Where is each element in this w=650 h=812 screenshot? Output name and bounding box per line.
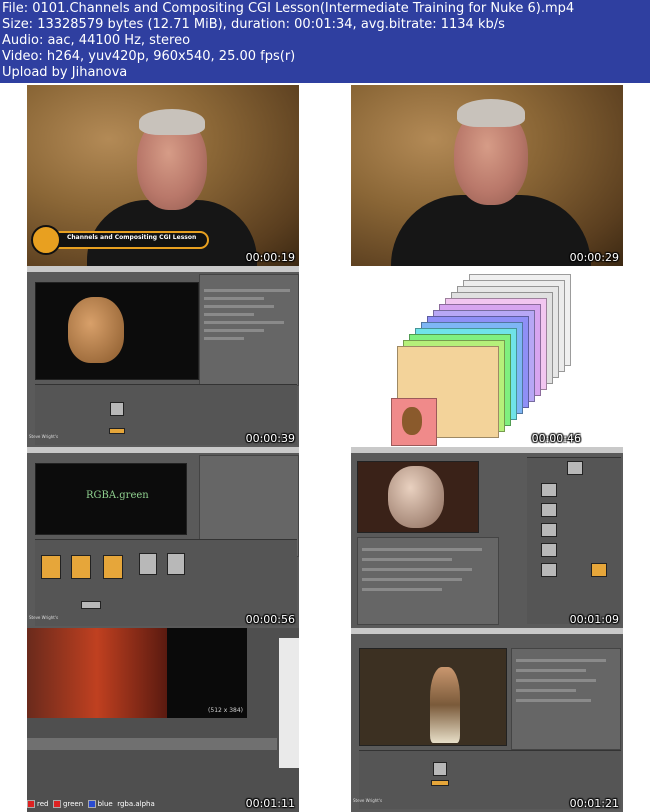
timestamp: 00:00:19 [245, 251, 295, 264]
alpha-label: rgba.alpha [117, 800, 155, 808]
timestamp: 00:00:46 [531, 432, 581, 445]
menu-bar [27, 266, 299, 272]
menu-bar [351, 628, 623, 634]
merge-node[interactable] [591, 563, 607, 577]
read-node[interactable] [541, 543, 557, 557]
file-info-header: File: 0101.Channels and Compositing CGI … [0, 0, 650, 83]
timestamp: 00:00:29 [569, 251, 619, 264]
read-node[interactable] [541, 563, 557, 577]
menu-bar [27, 447, 299, 453]
toolbar [27, 738, 277, 750]
viewer-image [27, 628, 167, 718]
viewer-panel [359, 648, 507, 746]
upload-credit: Upload by Jihanova [2, 65, 128, 80]
thumbnail-3[interactable]: Steve Wright's 00:00:39 [27, 266, 299, 447]
channel-row: red green blue rgba.alpha [27, 800, 155, 808]
video-info: Video: h264, yuv420p, 960x540, 25.00 fps… [2, 49, 296, 64]
viewer-text: RGBA.green [86, 490, 149, 501]
rgb-layer [391, 398, 437, 446]
timestamp: 00:00:39 [245, 432, 295, 445]
red-channel-label: red [37, 800, 49, 808]
format-label: (512 x 384) [208, 707, 243, 714]
thumbnail-6[interactable]: 00:01:09 [351, 447, 623, 628]
viewer-panel: RGBA.green [35, 463, 187, 535]
node-5[interactable] [167, 553, 185, 575]
viewer-black: (512 x 384) [167, 628, 247, 718]
thumbnail-1[interactable]: Channels and Compositing CGI Lesson 00:0… [27, 85, 299, 266]
thumbnail-4[interactable]: 00:00:46 [389, 266, 585, 447]
metal-head [388, 466, 444, 528]
brand-label: Steve Wright's [29, 434, 59, 439]
file-name: File: 0101.Channels and Compositing CGI … [2, 1, 575, 16]
viewer-node[interactable] [109, 428, 125, 434]
actor-figure [430, 667, 460, 743]
lesson-title: Channels and Compositing CGI Lesson [67, 234, 197, 241]
properties-panel [511, 648, 621, 750]
read-node[interactable] [567, 461, 583, 475]
thumbnail-2[interactable]: 00:00:29 [351, 85, 623, 266]
node-3[interactable] [103, 555, 123, 579]
read-node[interactable] [110, 402, 124, 416]
thumbnail-7[interactable]: (512 x 384) red green blue rgba.alpha 00… [27, 628, 299, 812]
node-2[interactable] [71, 555, 91, 579]
file-size: Size: 13328579 bytes (12.71 MiB), durati… [2, 17, 505, 32]
timestamp: 00:01:09 [569, 613, 619, 626]
read-node[interactable] [541, 503, 557, 517]
viewer-node[interactable] [431, 780, 449, 786]
read-node[interactable] [541, 523, 557, 537]
timestamp: 00:01:11 [245, 797, 295, 810]
contact-sheet: File: 0101.Channels and Compositing CGI … [0, 0, 650, 812]
thumbnail-5[interactable]: RGBA.green Steve Wright's 00:00:56 [27, 447, 299, 628]
green-channel-label: green [62, 800, 84, 808]
read-node[interactable] [541, 483, 557, 497]
cg-head [68, 297, 124, 363]
properties-panel [199, 274, 299, 386]
menu-bar [351, 447, 623, 453]
presenter-hair [139, 109, 205, 135]
properties-panel [357, 537, 499, 625]
timestamp: 00:01:21 [569, 797, 619, 810]
brand-label: Steve Wright's [29, 615, 59, 620]
blue-channel-label: blue [97, 800, 113, 808]
viewer-panel [35, 282, 199, 380]
node-column [279, 638, 299, 768]
audio-info: Audio: aac, 44100 Hz, stereo [2, 33, 191, 48]
timestamp: 00:00:56 [245, 613, 295, 626]
brand-label: Steve Wright's [353, 798, 383, 803]
thumbnail-8[interactable]: Steve Wright's 00:01:21 [351, 628, 623, 812]
node-6[interactable] [81, 601, 101, 609]
presenter-hair [457, 99, 525, 127]
read-node[interactable] [433, 762, 447, 776]
nuke-logo-icon [31, 225, 61, 255]
viewer-panel [357, 461, 479, 533]
node-4[interactable] [139, 553, 157, 575]
node-1[interactable] [41, 555, 61, 579]
